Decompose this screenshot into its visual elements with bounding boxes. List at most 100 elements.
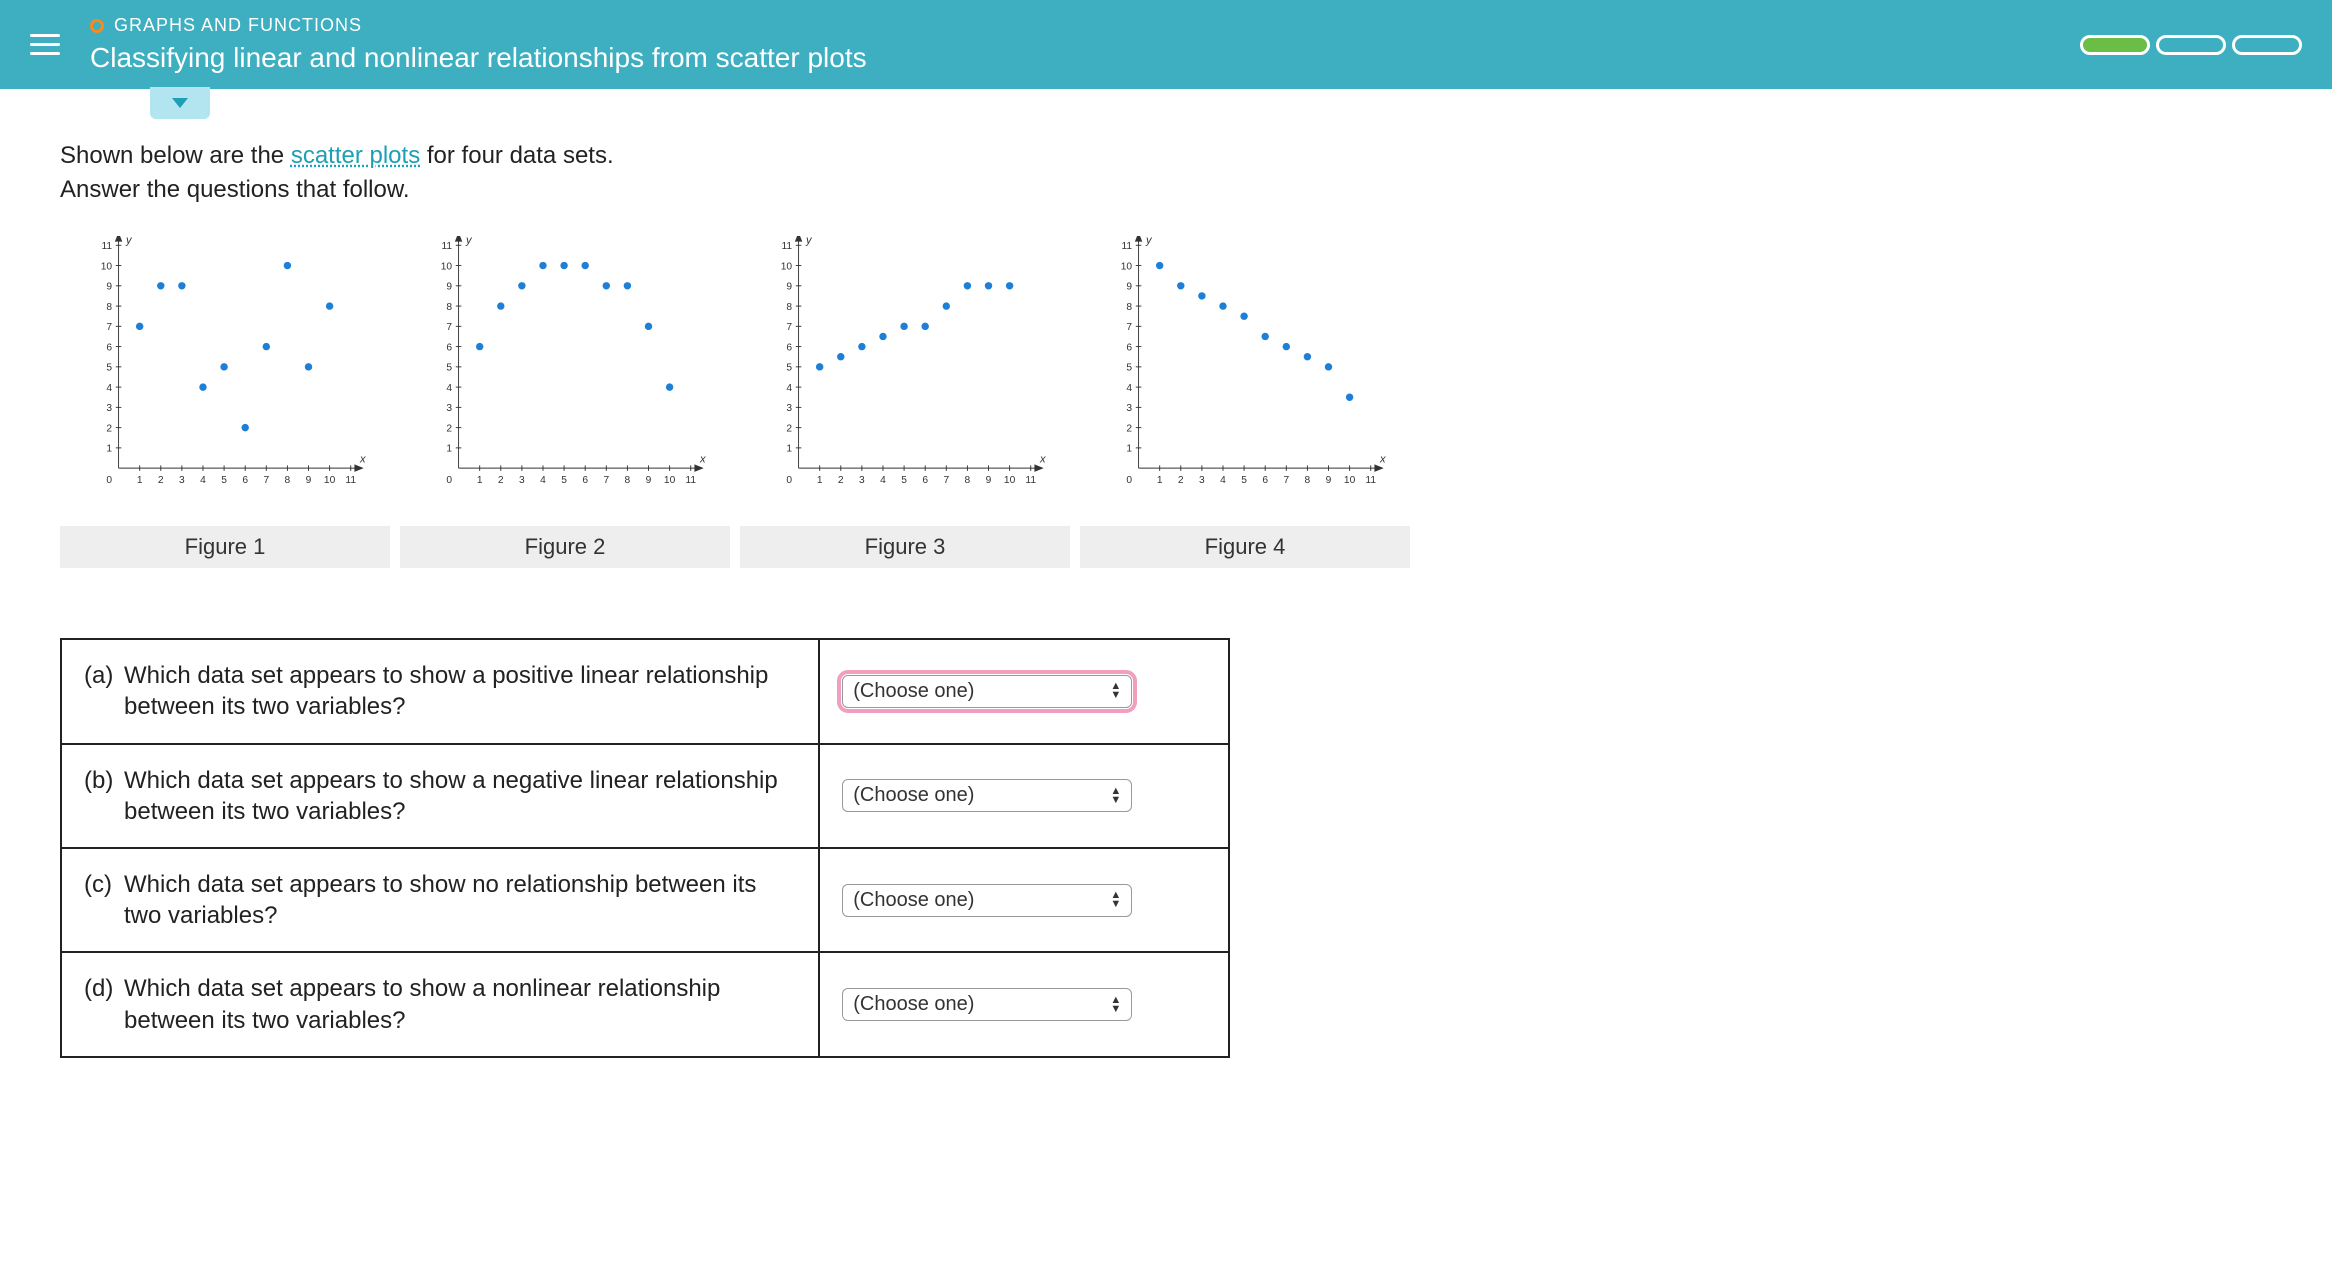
svg-text:8: 8 <box>1126 302 1132 313</box>
svg-text:11: 11 <box>441 241 452 252</box>
figure-label-3: Figure 3 <box>740 526 1070 568</box>
svg-text:10: 10 <box>1121 261 1133 272</box>
svg-text:3: 3 <box>446 403 452 414</box>
svg-text:7: 7 <box>446 322 452 333</box>
svg-text:10: 10 <box>441 261 453 272</box>
figure-label-4: Figure 4 <box>1080 526 1410 568</box>
svg-text:4: 4 <box>446 383 452 394</box>
svg-text:8: 8 <box>106 302 112 313</box>
svg-text:6: 6 <box>1126 342 1132 353</box>
svg-text:3: 3 <box>786 403 792 414</box>
question-text: (c)Which data set appears to show no rel… <box>61 848 819 952</box>
scatter-plot-4: 112233445566778899101011110xy <box>1110 236 1390 496</box>
question-row-d: (d)Which data set appears to show a nonl… <box>61 952 1229 1056</box>
svg-text:9: 9 <box>986 475 992 486</box>
svg-text:x: x <box>359 454 366 466</box>
figure-3: 112233445566778899101011110xyFigure 3 <box>740 236 1070 568</box>
svg-text:10: 10 <box>324 475 336 486</box>
svg-text:3: 3 <box>859 475 865 486</box>
question-answer-cell: (Choose one)▲▼ <box>819 639 1229 743</box>
svg-text:6: 6 <box>1262 475 1268 486</box>
progress-segment-3 <box>2232 35 2302 55</box>
question-text: (d)Which data set appears to show a nonl… <box>61 952 819 1056</box>
svg-text:1: 1 <box>106 444 112 455</box>
svg-text:8: 8 <box>446 302 452 313</box>
svg-text:11: 11 <box>1025 475 1036 486</box>
svg-text:9: 9 <box>1126 282 1132 293</box>
svg-text:11: 11 <box>101 241 112 252</box>
question-row-b: (b)Which data set appears to show a nega… <box>61 744 1229 848</box>
svg-text:4: 4 <box>880 475 886 486</box>
instr-line2: Answer the questions that follow. <box>60 176 410 203</box>
svg-text:5: 5 <box>446 363 452 374</box>
svg-text:6: 6 <box>242 475 248 486</box>
svg-text:2: 2 <box>1178 475 1184 486</box>
svg-text:10: 10 <box>1344 475 1356 486</box>
svg-text:y: y <box>465 236 473 246</box>
svg-text:10: 10 <box>781 261 793 272</box>
figure-label-1: Figure 1 <box>60 526 390 568</box>
figure-4: 112233445566778899101011110xyFigure 4 <box>1080 236 1410 568</box>
progress-bar <box>2080 35 2302 55</box>
svg-text:0: 0 <box>446 475 452 486</box>
svg-text:1: 1 <box>786 444 792 455</box>
svg-text:5: 5 <box>106 363 112 374</box>
svg-text:11: 11 <box>345 475 356 486</box>
svg-text:11: 11 <box>685 475 696 486</box>
svg-text:4: 4 <box>1126 383 1132 394</box>
svg-text:8: 8 <box>1305 475 1311 486</box>
question-answer-cell: (Choose one)▲▼ <box>819 848 1229 952</box>
svg-text:y: y <box>125 236 133 246</box>
menu-icon[interactable] <box>30 28 60 61</box>
svg-text:7: 7 <box>1283 475 1289 486</box>
svg-text:x: x <box>699 454 706 466</box>
svg-text:6: 6 <box>922 475 928 486</box>
svg-text:3: 3 <box>106 403 112 414</box>
answer-select-d[interactable]: (Choose one)▲▼ <box>842 988 1132 1021</box>
category-dot-icon <box>90 19 104 33</box>
svg-text:2: 2 <box>158 475 164 486</box>
section-dropdown-toggle[interactable] <box>150 87 210 119</box>
svg-text:5: 5 <box>1241 475 1247 486</box>
app-header: GRAPHS AND FUNCTIONS Classifying linear … <box>0 0 2332 89</box>
scatter-plots-link[interactable]: scatter plots <box>291 142 420 169</box>
answer-select-c[interactable]: (Choose one)▲▼ <box>842 884 1132 917</box>
answer-select-b[interactable]: (Choose one)▲▼ <box>842 779 1132 812</box>
question-answer-cell: (Choose one)▲▼ <box>819 952 1229 1056</box>
svg-text:11: 11 <box>781 241 792 252</box>
scatter-plot-2: 112233445566778899101011110xy <box>430 236 710 496</box>
question-row-a: (a)Which data set appears to show a posi… <box>61 639 1229 743</box>
answer-select-a[interactable]: (Choose one)▲▼ <box>842 675 1132 708</box>
svg-text:x: x <box>1039 454 1046 466</box>
svg-text:7: 7 <box>263 475 269 486</box>
scatter-plot-3: 112233445566778899101011110xy <box>770 236 1050 496</box>
svg-text:5: 5 <box>901 475 907 486</box>
main-content: Shown below are the scatter plots for fo… <box>0 89 2332 1088</box>
svg-text:6: 6 <box>582 475 588 486</box>
svg-text:6: 6 <box>106 342 112 353</box>
svg-text:0: 0 <box>1126 475 1132 486</box>
progress-segment-1 <box>2080 35 2150 55</box>
question-answer-cell: (Choose one)▲▼ <box>819 744 1229 848</box>
svg-text:3: 3 <box>179 475 185 486</box>
svg-text:4: 4 <box>786 383 792 394</box>
svg-text:0: 0 <box>786 475 792 486</box>
svg-text:7: 7 <box>786 322 792 333</box>
question-text: (a)Which data set appears to show a posi… <box>61 639 819 743</box>
svg-text:y: y <box>805 236 813 246</box>
instr-post: for four data sets. <box>420 142 613 169</box>
svg-text:9: 9 <box>306 475 312 486</box>
scatter-plot-1: 112233445566778899101011110xy <box>90 236 370 496</box>
svg-text:8: 8 <box>285 475 291 486</box>
question-text: (b)Which data set appears to show a nega… <box>61 744 819 848</box>
instructions-text: Shown below are the scatter plots for fo… <box>60 139 2272 206</box>
svg-text:1: 1 <box>817 475 823 486</box>
svg-text:2: 2 <box>498 475 504 486</box>
svg-text:2: 2 <box>786 424 792 435</box>
svg-text:9: 9 <box>646 475 652 486</box>
svg-text:8: 8 <box>786 302 792 313</box>
svg-text:5: 5 <box>561 475 567 486</box>
svg-text:1: 1 <box>477 475 483 486</box>
svg-text:7: 7 <box>106 322 112 333</box>
svg-text:9: 9 <box>786 282 792 293</box>
